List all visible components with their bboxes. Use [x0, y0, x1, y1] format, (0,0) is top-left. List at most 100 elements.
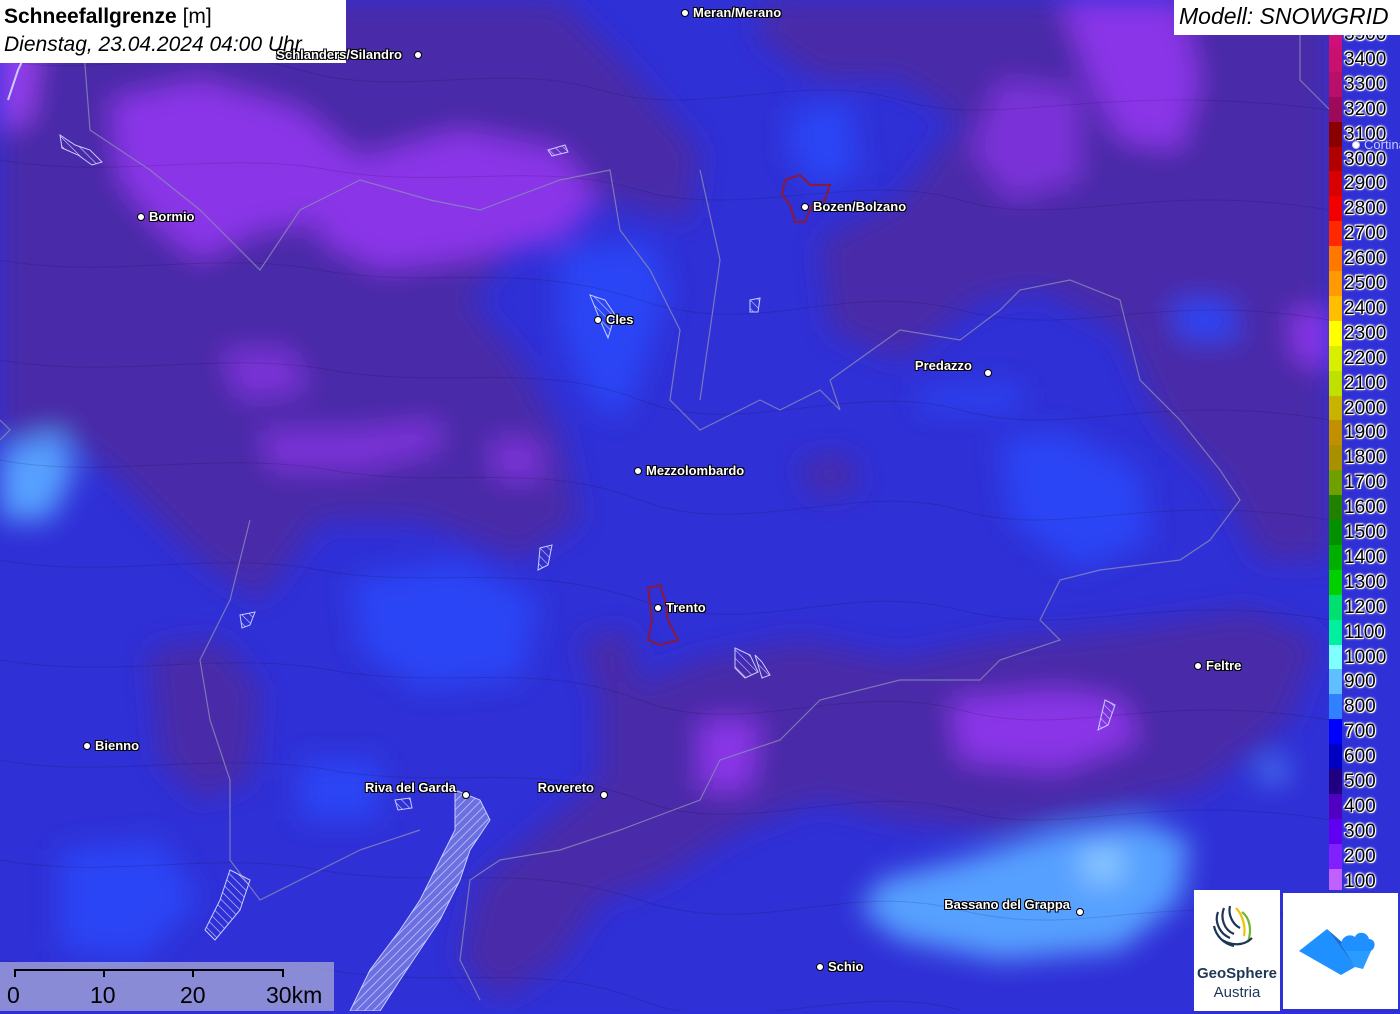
legend-swatch	[1329, 121, 1342, 147]
legend-label: 1900	[1344, 422, 1387, 444]
legend-row: 3400	[1329, 46, 1400, 72]
legend-row: 300	[1329, 818, 1400, 844]
legend-label: 300	[1344, 820, 1376, 842]
scale-tick	[192, 969, 194, 977]
legend-label: 600	[1344, 746, 1376, 768]
legend-row: 2000	[1329, 395, 1400, 421]
city-label: Predazzo	[914, 358, 972, 373]
legend-label: 200	[1344, 845, 1376, 867]
legend-label: 2600	[1344, 248, 1387, 270]
city-label: Trento	[666, 600, 706, 615]
legend-row: 1100	[1329, 619, 1400, 645]
city-dot-icon	[600, 791, 608, 799]
snowgrid-logo[interactable]	[1283, 893, 1398, 1009]
scale-label: 10	[90, 982, 116, 1008]
city-dot-icon	[1352, 141, 1360, 149]
legend-row: 2700	[1329, 221, 1400, 247]
legend-swatch	[1329, 793, 1342, 819]
legend-row: 800	[1329, 694, 1400, 720]
legend-row: 2200	[1329, 345, 1400, 371]
legend-row: 1700	[1329, 470, 1400, 496]
legend-label: 1600	[1344, 497, 1387, 519]
scale-tick	[282, 969, 284, 977]
legend-label: 2000	[1344, 397, 1387, 419]
legend-swatch	[1329, 345, 1342, 371]
legend-label: 100	[1344, 870, 1376, 890]
legend-swatch	[1329, 470, 1342, 496]
legend-swatch	[1329, 171, 1342, 197]
legend-swatch	[1329, 271, 1342, 296]
legend-swatch	[1329, 146, 1342, 172]
legend-row: 2600	[1329, 246, 1400, 272]
city-label: Cles	[606, 312, 634, 327]
legend-swatch	[1329, 370, 1342, 396]
legend-label: 1700	[1344, 472, 1387, 494]
legend-swatch	[1329, 569, 1342, 595]
legend-label: 2500	[1344, 273, 1387, 294]
legend-row: 2500	[1329, 271, 1400, 296]
scale-tick	[103, 969, 105, 977]
legend-label: 800	[1344, 696, 1376, 718]
city-label: Bassano del Grappa	[944, 897, 1070, 912]
legend-label: 1500	[1344, 522, 1387, 543]
city-dot-icon	[634, 467, 642, 475]
legend-label: 3300	[1344, 73, 1387, 95]
legend-label: 1300	[1344, 571, 1387, 593]
legend-label: 700	[1344, 721, 1376, 743]
legend-swatch	[1329, 46, 1342, 72]
legend-swatch	[1329, 295, 1342, 321]
city-dot-icon	[137, 213, 145, 221]
city-dot-icon	[816, 963, 824, 971]
legend-label: 2800	[1344, 198, 1387, 220]
legend-label: 900	[1344, 671, 1376, 693]
legend-row: 3200	[1329, 96, 1400, 122]
scale-bar: 0 10 20 30km	[0, 962, 334, 1011]
legend-row: 200	[1329, 843, 1400, 869]
city-label: Rovereto	[537, 780, 594, 795]
legend-swatch	[1329, 669, 1342, 695]
legend-row: 1400	[1329, 544, 1400, 570]
city-label: Cortina	[1364, 140, 1400, 152]
legend-swatch	[1329, 719, 1342, 745]
legend-swatch	[1329, 544, 1342, 570]
geosphere-emblem-icon	[1212, 905, 1253, 948]
parameter-label: Schneefallgrenze	[4, 5, 177, 28]
model-label-box: Modell: SNOWGRID	[1174, 0, 1400, 35]
city-dot-icon	[594, 316, 602, 324]
legend-row: 1900	[1329, 420, 1400, 446]
legend-swatch	[1329, 96, 1342, 122]
city-dot-icon	[984, 369, 992, 377]
legend-row: 3500	[1329, 35, 1400, 47]
city-label: Schio	[828, 959, 864, 974]
legend-swatch	[1329, 868, 1342, 890]
city-marker[interactable]: Cortina	[1352, 140, 1400, 154]
city-dot-icon	[462, 791, 470, 799]
unit-label: [m]	[182, 5, 212, 28]
legend-label: 2100	[1344, 372, 1387, 394]
legend-row: 1500	[1329, 520, 1400, 545]
legend-swatch	[1329, 644, 1342, 670]
city-dot-icon	[83, 742, 91, 750]
city-dot-icon	[681, 9, 689, 17]
snowfall-line-map[interactable]	[0, 0, 1400, 1011]
legend-row: 600	[1329, 744, 1400, 770]
legend-swatch	[1329, 744, 1342, 770]
legend-row: 1200	[1329, 594, 1400, 620]
legend-row: 500	[1329, 769, 1400, 794]
legend-row: 2300	[1329, 320, 1400, 346]
city-label: Riva del Garda	[364, 780, 456, 795]
geosphere-logo[interactable]: GeoSphere Austria	[1194, 890, 1280, 1011]
legend-label: 1100	[1344, 621, 1385, 643]
scale-tick	[14, 969, 16, 977]
geosphere-name: GeoSphere	[1196, 965, 1278, 982]
legend-label: 2700	[1344, 223, 1387, 245]
legend-swatch	[1329, 320, 1342, 346]
map-title: Schneefallgrenze [m]	[4, 3, 342, 31]
city-dot-icon	[801, 203, 809, 211]
legend-swatch	[1329, 694, 1342, 720]
legend-label: 2200	[1344, 347, 1387, 369]
legend-swatch	[1329, 445, 1342, 471]
legend-swatch	[1329, 246, 1342, 272]
city-label: Bormio	[149, 209, 195, 224]
legend-row: 2400	[1329, 295, 1400, 321]
